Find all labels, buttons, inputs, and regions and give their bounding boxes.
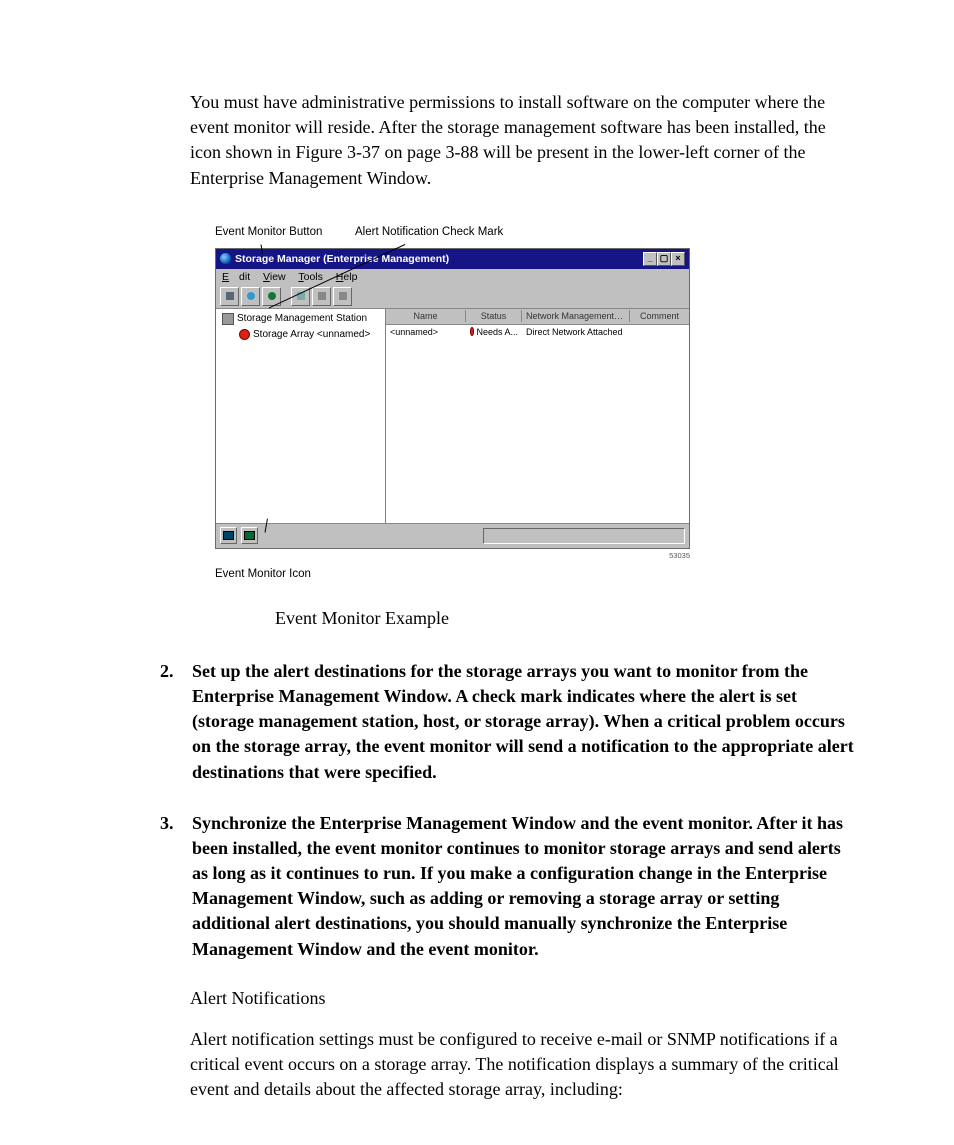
status-icon-1[interactable] <box>220 527 237 544</box>
tree-root[interactable]: Storage Management Station <box>222 313 379 325</box>
tree-child-label: Storage Array <unnamed> <box>253 329 370 340</box>
toolbar-btn-1[interactable] <box>220 287 239 306</box>
toolbar <box>216 285 689 309</box>
tree-pane[interactable]: Storage Management Station Storage Array… <box>216 309 386 523</box>
cell-comment <box>630 331 689 333</box>
statusbar <box>216 523 689 548</box>
toolbar-btn-5[interactable] <box>312 287 331 306</box>
menu-view[interactable]: View <box>263 271 286 283</box>
host-icon <box>222 313 234 325</box>
list-row[interactable]: <unnamed> Needs A... Direct Network Atta… <box>386 325 689 339</box>
ordered-list: 2. Set up the alert destinations for the… <box>160 659 854 962</box>
col-name[interactable]: Name <box>386 310 466 322</box>
minimize-button[interactable]: _ <box>643 252 657 266</box>
item-number-2: 2. <box>160 659 178 785</box>
menubar: Edit View Tools Help <box>216 269 689 285</box>
client-area: Storage Management Station Storage Array… <box>216 309 689 523</box>
array-status-icon <box>239 329 250 340</box>
tree-root-label: Storage Management Station <box>237 313 367 324</box>
figure-caption: Event Monitor Example <box>275 608 854 629</box>
item-number-3: 3. <box>160 811 178 962</box>
menu-tools[interactable]: Tools <box>298 271 323 283</box>
col-comment[interactable]: Comment <box>630 310 689 322</box>
window-buttons[interactable]: _ ▢ × <box>643 252 685 266</box>
toolbar-btn-6[interactable] <box>333 287 352 306</box>
close-button[interactable]: × <box>671 252 685 266</box>
item-body-2: Set up the alert destinations for the st… <box>192 659 854 785</box>
intro-paragraph: You must have administrative permissions… <box>190 90 854 191</box>
list-item-3: 3. Synchronize the Enterprise Management… <box>160 811 854 962</box>
titlebar: Storage Manager (Enterprise Management) … <box>216 249 689 269</box>
page: You must have administrative permissions… <box>0 0 954 1145</box>
window-title: Storage Manager (Enterprise Management) <box>235 253 449 265</box>
callout-event-monitor-icon: Event Monitor Icon <box>215 568 690 580</box>
toolbar-btn-2[interactable] <box>241 287 260 306</box>
cell-name: <unnamed> <box>386 326 466 338</box>
callout-alert-check-mark: Alert Notification Check Mark <box>355 226 503 238</box>
maximize-button[interactable]: ▢ <box>657 252 671 266</box>
cell-nmt: Direct Network Attached <box>522 326 630 338</box>
item-body-3: Synchronize the Enterprise Management Wi… <box>192 811 854 962</box>
closing-paragraph: Alert notification settings must be conf… <box>190 1027 854 1103</box>
figure-id-tag: 53035 <box>215 551 690 560</box>
list-item-2: 2. Set up the alert destinations for the… <box>160 659 854 785</box>
app-icon <box>220 253 231 264</box>
status-well <box>483 528 685 544</box>
cell-status-text: Needs A... <box>476 327 518 337</box>
menu-edit[interactable]: Edit <box>222 271 250 283</box>
tree-child[interactable]: Storage Array <unnamed> <box>236 329 379 340</box>
subheading-alert-notifications: Alert Notifications <box>190 988 854 1009</box>
figure-block: Event Monitor Button Alert Notification … <box>215 226 690 580</box>
event-monitor-icon[interactable] <box>241 527 258 544</box>
col-status[interactable]: Status <box>466 310 522 322</box>
menu-help[interactable]: Help <box>336 271 358 283</box>
callout-event-monitor-button: Event Monitor Button <box>215 226 322 238</box>
col-nmt[interactable]: Network Management Type <box>522 310 630 322</box>
status-icon <box>470 327 474 336</box>
top-callouts: Event Monitor Button Alert Notification … <box>215 226 690 248</box>
screenshot-window: Storage Manager (Enterprise Management) … <box>215 248 690 549</box>
list-pane: Name Status Network Management Type Comm… <box>386 309 689 523</box>
list-header: Name Status Network Management Type Comm… <box>386 309 689 325</box>
cell-status: Needs A... <box>466 326 522 338</box>
